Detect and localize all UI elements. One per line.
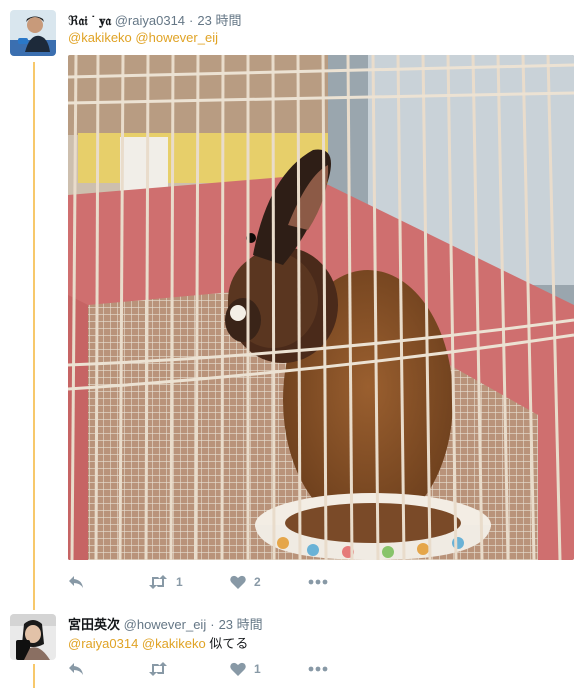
mention-link[interactable]: @kakikeko — [142, 636, 206, 651]
more-button[interactable] — [308, 579, 328, 585]
retweet-icon — [148, 662, 168, 676]
heart-icon — [230, 575, 246, 589]
timestamp[interactable]: 23 時間 — [197, 13, 241, 28]
reply-button[interactable] — [68, 575, 84, 589]
tweet-header: 宮田英次 @however_eij · 23 時間 — [68, 614, 263, 633]
timestamp[interactable]: 23 時間 — [219, 617, 263, 632]
separator: · — [189, 13, 194, 28]
tweet-actions: 1 2 — [0, 572, 584, 592]
mention-link[interactable]: @however_eij — [135, 30, 218, 45]
tweet-header: ℜ𝔞𝔦 ˙ 𝐲𝔞 @raiya0314 · 23 時間 — [68, 10, 241, 29]
like-count: 2 — [254, 575, 261, 589]
heart-icon — [230, 662, 246, 676]
like-button[interactable]: 2 — [230, 575, 261, 589]
separator: · — [210, 617, 215, 632]
display-name[interactable]: 宮田英次 — [68, 617, 120, 632]
tweet-actions: 1 — [0, 659, 584, 679]
handle[interactable]: @however_eij — [124, 617, 207, 632]
more-button[interactable] — [308, 666, 328, 672]
retweet-button[interactable]: 1 — [148, 575, 183, 589]
mention-link[interactable]: @raiya0314 — [68, 636, 138, 651]
more-icon — [308, 579, 328, 585]
tweet-text: @raiya0314 @kakikeko 似てる — [68, 633, 248, 652]
display-name[interactable]: ℜ𝔞𝔦 ˙ 𝐲𝔞 — [68, 13, 111, 28]
reply-icon — [68, 662, 84, 676]
avatar[interactable] — [10, 10, 56, 56]
handle[interactable]: @raiya0314 — [115, 13, 185, 28]
mention-link[interactable]: @kakikeko — [68, 30, 132, 45]
reply-button[interactable] — [68, 662, 84, 676]
retweet-icon — [148, 575, 168, 589]
more-icon — [308, 666, 328, 672]
like-count: 1 — [254, 662, 261, 676]
retweet-count: 1 — [176, 575, 183, 589]
tweet-body: 似てる — [209, 636, 249, 651]
thread-line — [33, 62, 35, 610]
tweet-text: @kakikeko @however_eij — [68, 30, 218, 45]
tweet-photo[interactable] — [68, 55, 574, 560]
reply-icon — [68, 575, 84, 589]
like-button[interactable]: 1 — [230, 662, 261, 676]
retweet-button[interactable] — [148, 662, 168, 676]
avatar[interactable] — [10, 614, 56, 660]
